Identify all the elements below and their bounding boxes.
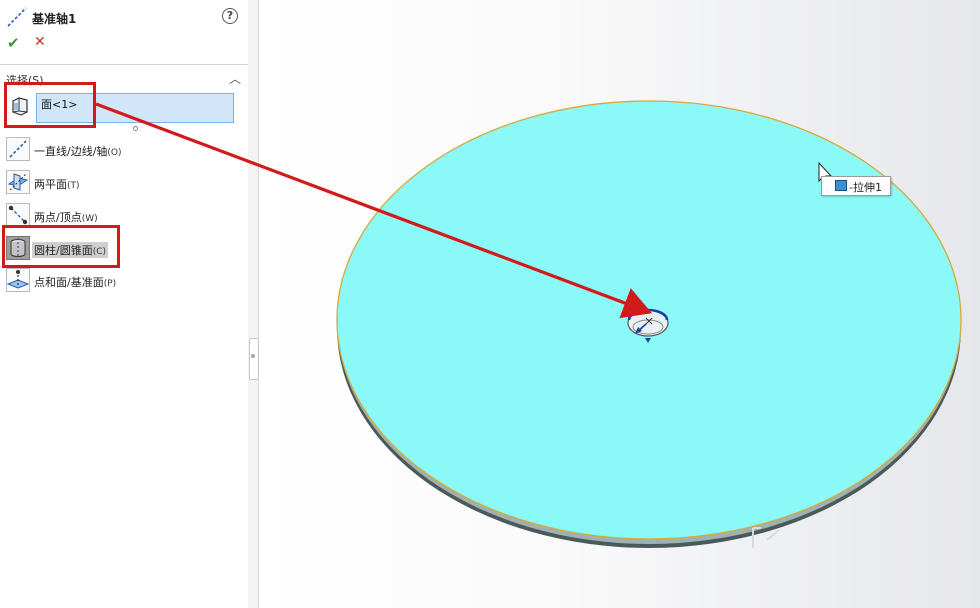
chevron-up-icon[interactable]: ︿ xyxy=(229,70,241,87)
axis-type-label: 一直线/边线/轴 xyxy=(34,145,108,158)
face-icon xyxy=(835,180,847,191)
axis-type-point-plane[interactable]: 点和面/基准面(P) xyxy=(6,268,246,294)
splitter-grip-dot xyxy=(251,354,255,358)
two-planes-icon xyxy=(6,170,30,194)
help-icon[interactable]: ? xyxy=(222,8,238,24)
reference-axis-icon xyxy=(7,7,27,27)
list-resize-handle[interactable] xyxy=(133,126,138,131)
disc-model[interactable] xyxy=(259,0,980,608)
two-points-icon xyxy=(6,203,30,227)
property-manager-panel: 基准轴1 ? ✔ ✕ 选择(S) ︿ 面<1> 一直线/边线/轴(O) 两平面(… xyxy=(0,0,249,608)
axis-type-shortcut: (T) xyxy=(67,181,80,191)
axis-type-shortcut: (O) xyxy=(107,148,122,158)
panel-splitter[interactable] xyxy=(248,0,259,608)
line-edge-axis-icon xyxy=(6,137,30,161)
check-icon[interactable]: ✔ xyxy=(7,34,20,52)
tooltip-label: -拉伸1 xyxy=(849,181,882,194)
feature-title: 基准轴1 xyxy=(32,12,77,26)
axis-type-shortcut: (P) xyxy=(103,279,117,289)
annotation-box-face-selection xyxy=(4,82,96,128)
graphics-viewport[interactable] xyxy=(259,0,980,608)
splitter-grip[interactable] xyxy=(249,338,259,380)
point-plane-icon xyxy=(6,268,30,292)
annotation-box-cylinder-option xyxy=(2,225,120,268)
axis-type-line-edge-axis[interactable]: 一直线/边线/轴(O) xyxy=(6,137,246,163)
selection-tooltip: -拉伸1 xyxy=(821,176,891,196)
divider xyxy=(0,64,248,65)
axis-type-label: 两点/顶点 xyxy=(34,211,82,224)
axis-type-label: 点和面/基准面 xyxy=(34,276,104,289)
axis-type-shortcut: (W) xyxy=(81,214,98,224)
close-icon[interactable]: ✕ xyxy=(34,34,46,50)
axis-type-label: 两平面 xyxy=(34,178,67,191)
axis-type-two-planes[interactable]: 两平面(T) xyxy=(6,170,246,196)
